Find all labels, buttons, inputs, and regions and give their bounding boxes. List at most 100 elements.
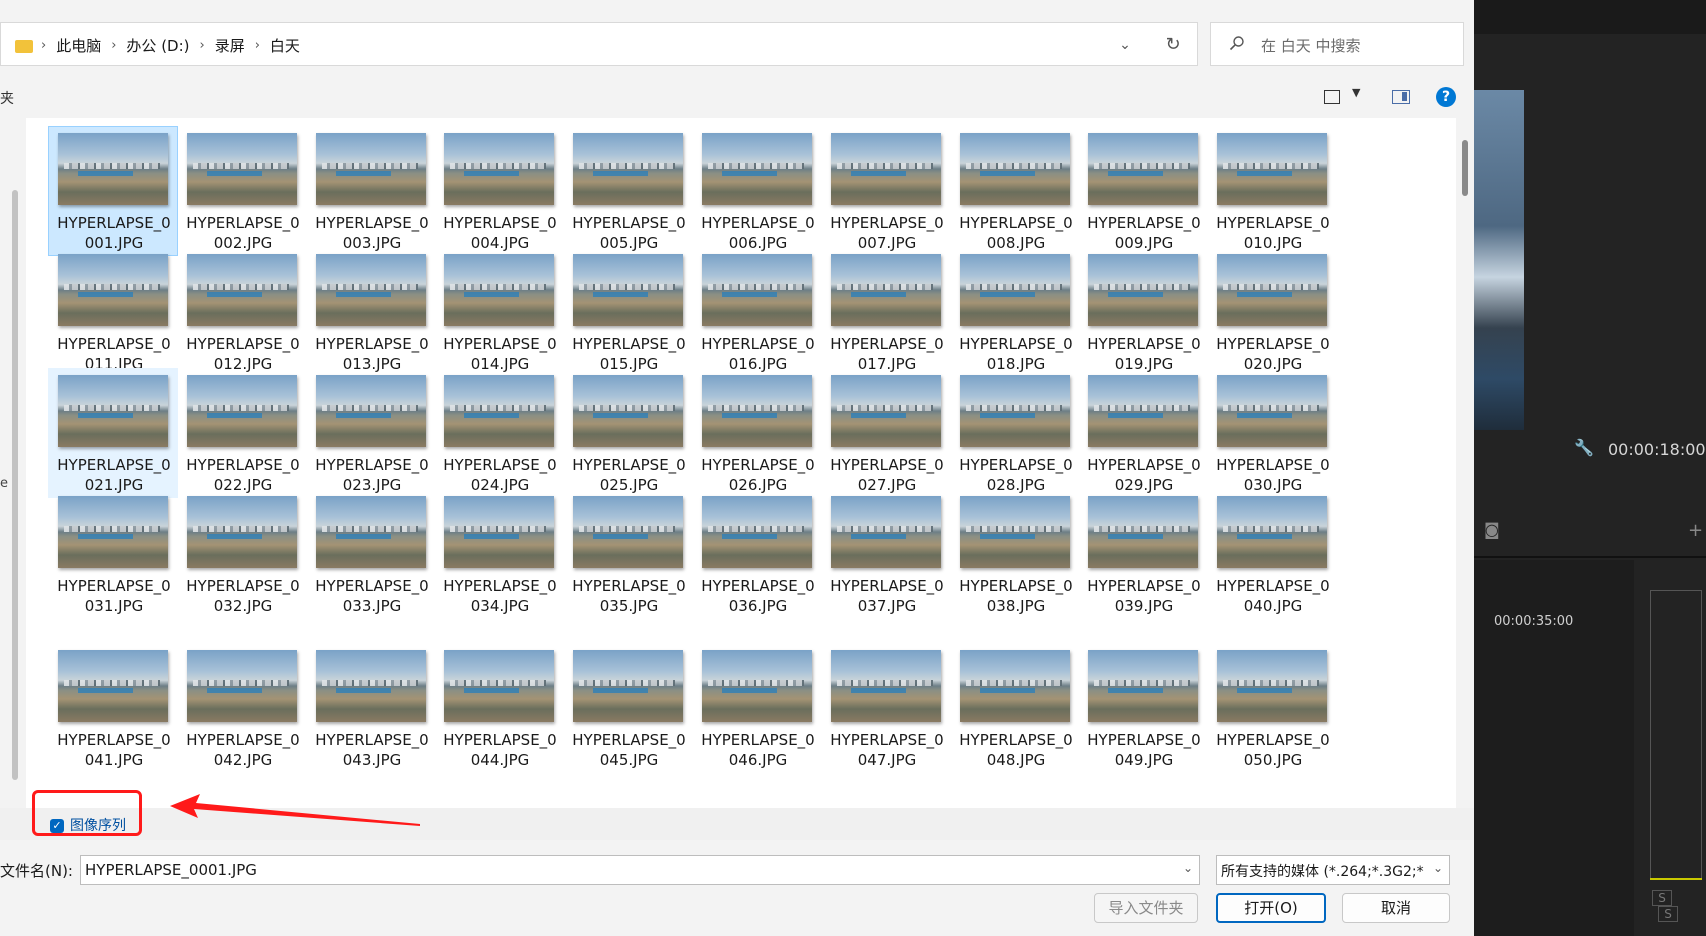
search-input[interactable]: 在 白天 中搜索 xyxy=(1210,22,1464,66)
solo-right-button[interactable]: S xyxy=(1658,906,1678,922)
file-name-line: HYPERLAPSE_0 xyxy=(830,335,944,353)
file-name-line: 050.JPG xyxy=(1243,751,1303,769)
filename-input[interactable]: HYPERLAPSE_0001.JPG ⌄ xyxy=(80,855,1200,885)
file-item[interactable]: HYPERLAPSE_0 012.JPG xyxy=(177,247,307,377)
file-item[interactable]: HYPERLAPSE_0 050.JPG xyxy=(1207,643,1337,773)
file-item[interactable]: HYPERLAPSE_0 048.JPG xyxy=(950,643,1080,773)
file-name-label: HYPERLAPSE_0 047.JPG xyxy=(822,730,952,770)
file-item[interactable]: HYPERLAPSE_0 036.JPG xyxy=(692,489,822,619)
file-item[interactable]: HYPERLAPSE_0 022.JPG xyxy=(177,368,307,498)
file-scrollbar-thumb[interactable] xyxy=(1462,140,1468,196)
file-item[interactable]: HYPERLAPSE_0 021.JPG xyxy=(48,368,178,498)
file-name-line: HYPERLAPSE_0 xyxy=(830,577,944,595)
cancel-button[interactable]: 取消 xyxy=(1342,893,1450,923)
chevron-down-icon[interactable]: ⌄ xyxy=(1183,861,1193,875)
file-item[interactable]: HYPERLAPSE_0 030.JPG xyxy=(1207,368,1337,498)
image-thumbnail xyxy=(702,254,812,326)
file-item[interactable]: HYPERLAPSE_0 032.JPG xyxy=(177,489,307,619)
image-thumbnail xyxy=(960,375,1070,447)
file-item[interactable]: HYPERLAPSE_0 002.JPG xyxy=(177,126,307,256)
file-item[interactable]: HYPERLAPSE_0 041.JPG xyxy=(48,643,178,773)
file-item[interactable]: HYPERLAPSE_0 037.JPG xyxy=(821,489,951,619)
chevron-down-icon[interactable]: ⌄ xyxy=(1433,861,1443,875)
address-bar[interactable]: › 此电脑 › 办公 (D:) › 录屏 › 白天 ⌄ ↻ xyxy=(0,22,1198,66)
import-folder-button[interactable]: 导入文件夹 xyxy=(1094,893,1198,923)
file-item[interactable]: HYPERLAPSE_0 027.JPG xyxy=(821,368,951,498)
file-item[interactable]: HYPERLAPSE_0 004.JPG xyxy=(434,126,564,256)
file-item[interactable]: HYPERLAPSE_0 006.JPG xyxy=(692,126,822,256)
annotation-highlight-box xyxy=(32,790,142,836)
file-name-label: HYPERLAPSE_0 034.JPG xyxy=(435,576,565,616)
breadcrumb-this-pc[interactable]: 此电脑 xyxy=(48,35,109,56)
filetype-select[interactable]: 所有支持的媒体 (*.264;*.3G2;* ⌄ xyxy=(1216,855,1450,885)
file-name-label: HYPERLAPSE_0 033.JPG xyxy=(307,576,437,616)
annotation-arrow-icon xyxy=(170,794,420,826)
file-item[interactable]: HYPERLAPSE_0 038.JPG xyxy=(950,489,1080,619)
nav-scrollbar[interactable] xyxy=(12,190,18,780)
file-item[interactable]: HYPERLAPSE_0 028.JPG xyxy=(950,368,1080,498)
file-item[interactable]: HYPERLAPSE_0 046.JPG xyxy=(692,643,822,773)
file-item[interactable]: HYPERLAPSE_0 007.JPG xyxy=(821,126,951,256)
file-item[interactable]: HYPERLAPSE_0 040.JPG xyxy=(1207,489,1337,619)
file-item[interactable]: HYPERLAPSE_0 039.JPG xyxy=(1078,489,1208,619)
image-thumbnail xyxy=(316,650,426,722)
image-thumbnail xyxy=(702,375,812,447)
file-item[interactable]: HYPERLAPSE_0 003.JPG xyxy=(306,126,436,256)
file-item[interactable]: HYPERLAPSE_0 031.JPG xyxy=(48,489,178,619)
file-item[interactable]: HYPERLAPSE_0 019.JPG xyxy=(1078,247,1208,377)
file-item[interactable]: HYPERLAPSE_0 023.JPG xyxy=(306,368,436,498)
wrench-icon[interactable]: 🔧 xyxy=(1574,438,1594,457)
image-thumbnail xyxy=(1217,650,1327,722)
file-item[interactable]: HYPERLAPSE_0 011.JPG xyxy=(48,247,178,377)
file-item[interactable]: HYPERLAPSE_0 014.JPG xyxy=(434,247,564,377)
file-item[interactable]: HYPERLAPSE_0 049.JPG xyxy=(1078,643,1208,773)
image-thumbnail xyxy=(1217,133,1327,205)
file-item[interactable]: HYPERLAPSE_0 008.JPG xyxy=(950,126,1080,256)
file-scrollbar-track[interactable] xyxy=(1456,118,1474,808)
breadcrumb-drive-d[interactable]: 办公 (D:) xyxy=(118,35,197,56)
file-item[interactable]: HYPERLAPSE_0 015.JPG xyxy=(563,247,693,377)
file-item[interactable]: HYPERLAPSE_0 034.JPG xyxy=(434,489,564,619)
breadcrumb-daytime[interactable]: 白天 xyxy=(262,35,308,56)
file-item[interactable]: HYPERLAPSE_0 024.JPG xyxy=(434,368,564,498)
file-item[interactable]: HYPERLAPSE_0 001.JPG xyxy=(48,126,178,256)
file-item[interactable]: HYPERLAPSE_0 044.JPG xyxy=(434,643,564,773)
file-name-line: 048.JPG xyxy=(986,751,1046,769)
file-item[interactable]: HYPERLAPSE_0 020.JPG xyxy=(1207,247,1337,377)
file-name-line: HYPERLAPSE_0 xyxy=(186,456,300,474)
image-thumbnail xyxy=(831,375,941,447)
file-name-label: HYPERLAPSE_0 046.JPG xyxy=(693,730,823,770)
file-item[interactable]: HYPERLAPSE_0 026.JPG xyxy=(692,368,822,498)
file-name-line: 045.JPG xyxy=(599,751,659,769)
file-name-label: HYPERLAPSE_0 037.JPG xyxy=(822,576,952,616)
image-thumbnail xyxy=(831,650,941,722)
refresh-icon[interactable]: ↻ xyxy=(1161,33,1185,57)
file-item[interactable]: HYPERLAPSE_0 005.JPG xyxy=(563,126,693,256)
file-item[interactable]: HYPERLAPSE_0 042.JPG xyxy=(177,643,307,773)
file-item[interactable]: HYPERLAPSE_0 045.JPG xyxy=(563,643,693,773)
file-item[interactable]: HYPERLAPSE_0 017.JPG xyxy=(821,247,951,377)
view-mode-icon[interactable] xyxy=(1324,90,1340,104)
image-thumbnail xyxy=(1217,375,1327,447)
file-item[interactable]: HYPERLAPSE_0 010.JPG xyxy=(1207,126,1337,256)
solo-left-button[interactable]: S xyxy=(1652,890,1672,906)
plus-icon[interactable]: + xyxy=(1688,520,1703,541)
file-item[interactable]: HYPERLAPSE_0 018.JPG xyxy=(950,247,1080,377)
chevron-down-icon[interactable]: ⌄ xyxy=(1113,33,1137,57)
file-item[interactable]: HYPERLAPSE_0 029.JPG xyxy=(1078,368,1208,498)
preview-pane-icon[interactable] xyxy=(1392,90,1410,104)
file-item[interactable]: HYPERLAPSE_0 033.JPG xyxy=(306,489,436,619)
open-button[interactable]: 打开(O) xyxy=(1216,893,1326,923)
breadcrumb-recordings[interactable]: 录屏 xyxy=(207,35,253,56)
file-item[interactable]: HYPERLAPSE_0 013.JPG xyxy=(306,247,436,377)
file-item[interactable]: HYPERLAPSE_0 047.JPG xyxy=(821,643,951,773)
file-item[interactable]: HYPERLAPSE_0 025.JPG xyxy=(563,368,693,498)
file-item[interactable]: HYPERLAPSE_0 043.JPG xyxy=(306,643,436,773)
file-item[interactable]: HYPERLAPSE_0 035.JPG xyxy=(563,489,693,619)
caret-down-icon[interactable]: ▼ xyxy=(1352,86,1360,99)
camera-icon[interactable]: ◙ xyxy=(1484,520,1500,539)
help-icon[interactable]: ? xyxy=(1436,87,1456,107)
image-thumbnail xyxy=(831,133,941,205)
file-item[interactable]: HYPERLAPSE_0 009.JPG xyxy=(1078,126,1208,256)
file-item[interactable]: HYPERLAPSE_0 016.JPG xyxy=(692,247,822,377)
